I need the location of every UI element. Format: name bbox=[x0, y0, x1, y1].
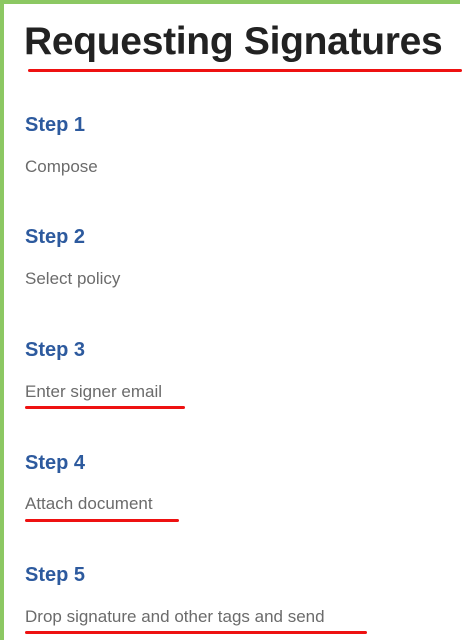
step-1-description: Compose bbox=[25, 157, 98, 176]
step-5-underline bbox=[25, 631, 367, 634]
step-5-description: Drop signature and other tags and send bbox=[25, 607, 325, 626]
step-5-heading: Step 5 bbox=[25, 564, 86, 586]
step-2-heading: Step 2 bbox=[25, 226, 86, 248]
step-4-heading: Step 4 bbox=[25, 452, 86, 474]
step-1-heading: Step 1 bbox=[25, 114, 86, 136]
step-3-description: Enter signer email bbox=[25, 382, 163, 401]
step-3-underline bbox=[25, 406, 185, 409]
step-4-underline bbox=[25, 519, 179, 522]
step-3-heading: Step 3 bbox=[25, 339, 86, 361]
page-title: Requesting Signatures bbox=[24, 20, 443, 63]
document-frame bbox=[0, 0, 460, 640]
step-2-description: Select policy bbox=[25, 269, 121, 288]
title-underline bbox=[28, 69, 462, 72]
step-4-description: Attach document bbox=[25, 494, 153, 513]
